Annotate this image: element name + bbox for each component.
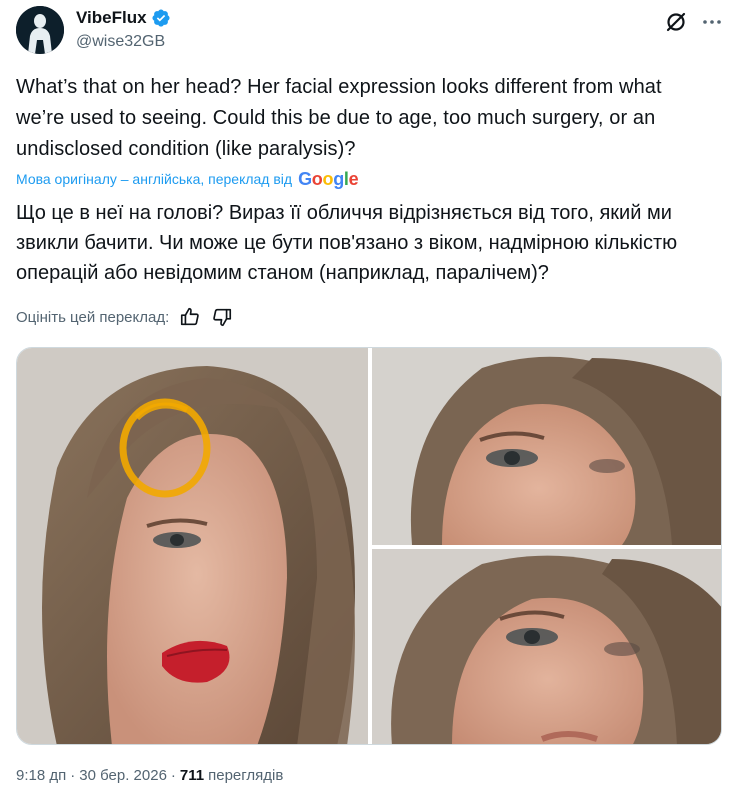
grok-icon[interactable]	[664, 10, 688, 34]
rate-translation-row: Оцініть цей переклад:	[16, 304, 233, 330]
media-photo[interactable]	[17, 348, 368, 744]
translated-text: Що це в неї на голові? Вираз її обличчя …	[16, 198, 722, 288]
person-silhouette-icon	[16, 6, 64, 54]
face-closeup-icon	[372, 549, 721, 744]
views-label: переглядів	[208, 767, 284, 784]
tweet-text-line: we’re used to seeing. Could this be due …	[16, 107, 656, 129]
avatar[interactable]	[16, 6, 64, 54]
verified-badge-icon	[151, 8, 171, 28]
rate-translation-label: Оцініть цей переклад:	[16, 308, 170, 326]
translated-text-line: Що це в неї на голові? Вираз її обличчя …	[16, 202, 672, 224]
meta-separator: ·	[70, 767, 76, 784]
tweet-header: VibeFlux @wise32GB	[16, 6, 721, 58]
meta-separator: ·	[170, 767, 176, 784]
tweet-text: What’s that on her head? Her facial expr…	[16, 72, 716, 165]
tweet-meta: 9:18 дп · 30 бер. 2026 · 711 переглядів	[16, 767, 283, 784]
more-icon[interactable]	[700, 10, 724, 34]
thumbs-up-icon[interactable]	[179, 306, 201, 328]
google-logo: Google	[298, 168, 359, 189]
author-display-name[interactable]: VibeFlux	[76, 8, 147, 28]
translation-notice[interactable]: Мова оригіналу – англійська, переклад ві…	[16, 166, 359, 192]
tweet-text-line: undisclosed condition (like paralysis)?	[16, 138, 356, 160]
translation-label[interactable]: Мова оригіналу – англійська, переклад ві…	[16, 171, 292, 187]
tweet-time[interactable]: 9:18 дп	[16, 767, 66, 784]
thumbs-down-icon[interactable]	[211, 306, 233, 328]
face-closeup-icon	[372, 348, 721, 545]
tweet-text-line: What’s that on her head? Her facial expr…	[16, 76, 662, 98]
media-grid	[16, 347, 722, 745]
author-name-row[interactable]: VibeFlux	[76, 8, 171, 28]
media-photo[interactable]	[372, 549, 721, 744]
author-handle[interactable]: @wise32GB	[76, 33, 165, 51]
translated-text-line: операцій або невідомим станом (наприклад…	[16, 262, 549, 284]
translated-text-line: звикли бачити. Чи може це бути пов'язано…	[16, 232, 678, 254]
views-count: 711	[179, 767, 205, 784]
media-photo[interactable]	[372, 348, 721, 545]
tweet-date[interactable]: 30 бер. 2026	[79, 767, 167, 784]
face-photo-icon	[17, 348, 368, 744]
